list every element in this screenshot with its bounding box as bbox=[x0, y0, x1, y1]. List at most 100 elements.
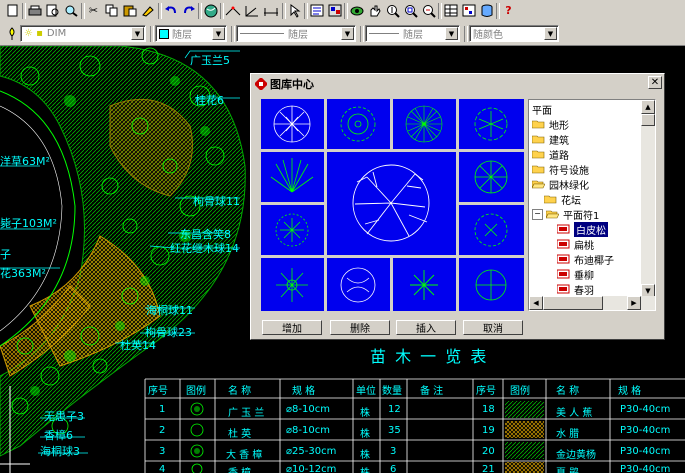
dialog-title-bar[interactable]: 图库中心 bbox=[253, 76, 662, 92]
scroll-thumb[interactable] bbox=[543, 296, 603, 310]
symbol-cell[interactable] bbox=[459, 205, 524, 255]
print-icon[interactable] bbox=[26, 2, 43, 19]
chevron-down-icon[interactable]: ▼ bbox=[341, 27, 354, 40]
symbol-cell[interactable] bbox=[393, 258, 456, 311]
globe-icon[interactable] bbox=[202, 2, 219, 19]
eye-icon[interactable] bbox=[348, 2, 365, 19]
redo-icon[interactable] bbox=[180, 2, 197, 19]
tree-label: 平面符1 bbox=[563, 210, 600, 222]
paste-icon[interactable] bbox=[121, 2, 138, 19]
tree-label: 布迪椰子 bbox=[574, 255, 614, 267]
layer-value: DIM bbox=[46, 28, 67, 39]
tree-label: 花坛 bbox=[561, 195, 581, 207]
print-preview-icon[interactable] bbox=[44, 2, 61, 19]
zoom-previous-icon[interactable] bbox=[420, 2, 437, 19]
add-button[interactable]: 增加 bbox=[262, 320, 322, 335]
tree-item[interactable]: 道路 bbox=[532, 147, 569, 162]
scroll-left-icon[interactable]: ◀ bbox=[529, 296, 543, 310]
tree-item[interactable]: 符号设施 bbox=[532, 162, 589, 177]
close-button[interactable]: ✕ bbox=[648, 76, 662, 89]
zoom-window-icon[interactable] bbox=[402, 2, 419, 19]
symbol-cell[interactable] bbox=[261, 258, 324, 311]
tree-item[interactable]: 建筑 bbox=[532, 132, 569, 147]
symbol-cell[interactable] bbox=[261, 205, 324, 255]
snap-icon[interactable] bbox=[224, 2, 241, 19]
collapse-icon[interactable]: − bbox=[532, 208, 543, 220]
chevron-down-icon[interactable]: ▼ bbox=[544, 27, 557, 40]
table-cell: 株 bbox=[360, 408, 370, 419]
cut-icon[interactable]: ✂ bbox=[85, 2, 102, 19]
plotstyle-value: 随颜色 bbox=[473, 30, 503, 41]
symbol-cell[interactable] bbox=[459, 258, 524, 311]
scroll-up-icon[interactable]: ▲ bbox=[641, 100, 655, 114]
horizontal-scrollbar[interactable]: ◀ ▶ bbox=[529, 296, 655, 310]
plant-label: 广玉兰5 bbox=[190, 54, 230, 67]
tree-item-selected[interactable]: 白皮松 bbox=[557, 221, 608, 237]
undo-icon[interactable] bbox=[162, 2, 179, 19]
tree-item[interactable]: 垂柳 bbox=[557, 267, 594, 282]
chevron-down-icon[interactable]: ▼ bbox=[445, 27, 458, 40]
table-icon[interactable] bbox=[442, 2, 459, 19]
dimension-icon[interactable] bbox=[262, 2, 279, 19]
database-icon[interactable] bbox=[478, 2, 495, 19]
design-center-icon[interactable] bbox=[326, 2, 343, 19]
find-icon[interactable] bbox=[62, 2, 79, 19]
tree-item[interactable]: 春羽 bbox=[557, 282, 594, 297]
vertical-scrollbar[interactable]: ▲ ▼ bbox=[641, 100, 655, 298]
pointer-icon[interactable] bbox=[286, 2, 303, 19]
chevron-down-icon[interactable]: ▼ bbox=[131, 27, 144, 40]
ortho-icon[interactable] bbox=[243, 2, 260, 19]
color-combo[interactable]: 随层 ▼ bbox=[155, 25, 227, 42]
color-value: 随层 bbox=[172, 30, 192, 41]
scroll-thumb[interactable] bbox=[641, 114, 655, 126]
tree-item[interactable]: 花坛 bbox=[544, 192, 581, 207]
plotstyle-combo[interactable]: 随颜色 ▼ bbox=[469, 25, 559, 42]
symbol-cell[interactable] bbox=[261, 152, 324, 202]
lineweight-combo[interactable]: 随层 ▼ bbox=[365, 25, 460, 42]
symbol-cell[interactable] bbox=[459, 152, 524, 202]
layer-combo[interactable]: ☼ ▪ DIM ▼ bbox=[20, 25, 146, 42]
table-cell: 广 玉 兰 bbox=[228, 408, 265, 419]
symbol-cell[interactable] bbox=[459, 99, 524, 149]
tree-item[interactable]: 布迪椰子 bbox=[557, 252, 614, 267]
layer-icon[interactable] bbox=[460, 2, 477, 19]
help-icon[interactable]: ? bbox=[500, 2, 517, 19]
tree-item[interactable]: − 平面符1 bbox=[532, 207, 600, 222]
tree-item[interactable]: 扁桃 bbox=[557, 237, 594, 252]
tree-item[interactable]: 平面 bbox=[532, 102, 552, 117]
color-swatch-icon bbox=[159, 28, 169, 39]
table-header: 名 称 bbox=[556, 386, 580, 397]
symbol-cell[interactable] bbox=[393, 99, 456, 149]
chevron-down-icon[interactable]: ▼ bbox=[212, 27, 225, 40]
plant-label: 海桐球11 bbox=[146, 304, 193, 317]
copy-icon[interactable] bbox=[103, 2, 120, 19]
linetype-value: 随层 bbox=[288, 30, 308, 41]
table-cell: P30-40cm bbox=[620, 464, 671, 473]
symbol-cell[interactable] bbox=[327, 258, 390, 311]
symbol-icon bbox=[557, 239, 570, 249]
zoom-realtime-icon[interactable] bbox=[384, 2, 401, 19]
tree-label: 园林绿化 bbox=[549, 180, 589, 192]
insert-button[interactable]: 插入 bbox=[396, 320, 456, 335]
cancel-button[interactable]: 取消 bbox=[463, 320, 523, 335]
tree-label: 符号设施 bbox=[549, 165, 589, 177]
new-icon[interactable] bbox=[4, 2, 21, 19]
tree-item[interactable]: 地形 bbox=[532, 117, 569, 132]
symbol-cell[interactable] bbox=[261, 99, 324, 149]
symbol-preview-large[interactable] bbox=[327, 152, 456, 255]
match-properties-icon[interactable] bbox=[139, 2, 156, 19]
table-cell: ⌀25-30cm bbox=[286, 446, 337, 457]
properties-icon[interactable] bbox=[308, 2, 325, 19]
delete-button[interactable]: 删除 bbox=[330, 320, 390, 335]
linetype-combo[interactable]: 随层 ▼ bbox=[236, 25, 356, 42]
layer-state-icon[interactable] bbox=[3, 25, 20, 42]
table-header: 图例 bbox=[510, 386, 530, 397]
pan-icon[interactable] bbox=[366, 2, 383, 19]
symbol-preview-grid bbox=[261, 99, 524, 311]
category-tree[interactable]: 平面 地形 建筑 道路 符号设施 园林绿化 花坛 − 平面符1 白皮松 扁桃 布迪… bbox=[528, 99, 656, 311]
tree-item[interactable]: 园林绿化 bbox=[532, 177, 589, 192]
scroll-right-icon[interactable]: ▶ bbox=[627, 296, 641, 310]
tree-label: 春羽 bbox=[574, 285, 594, 297]
symbol-cell[interactable] bbox=[327, 99, 390, 149]
table-cell: ⌀8-10cm bbox=[286, 425, 330, 436]
